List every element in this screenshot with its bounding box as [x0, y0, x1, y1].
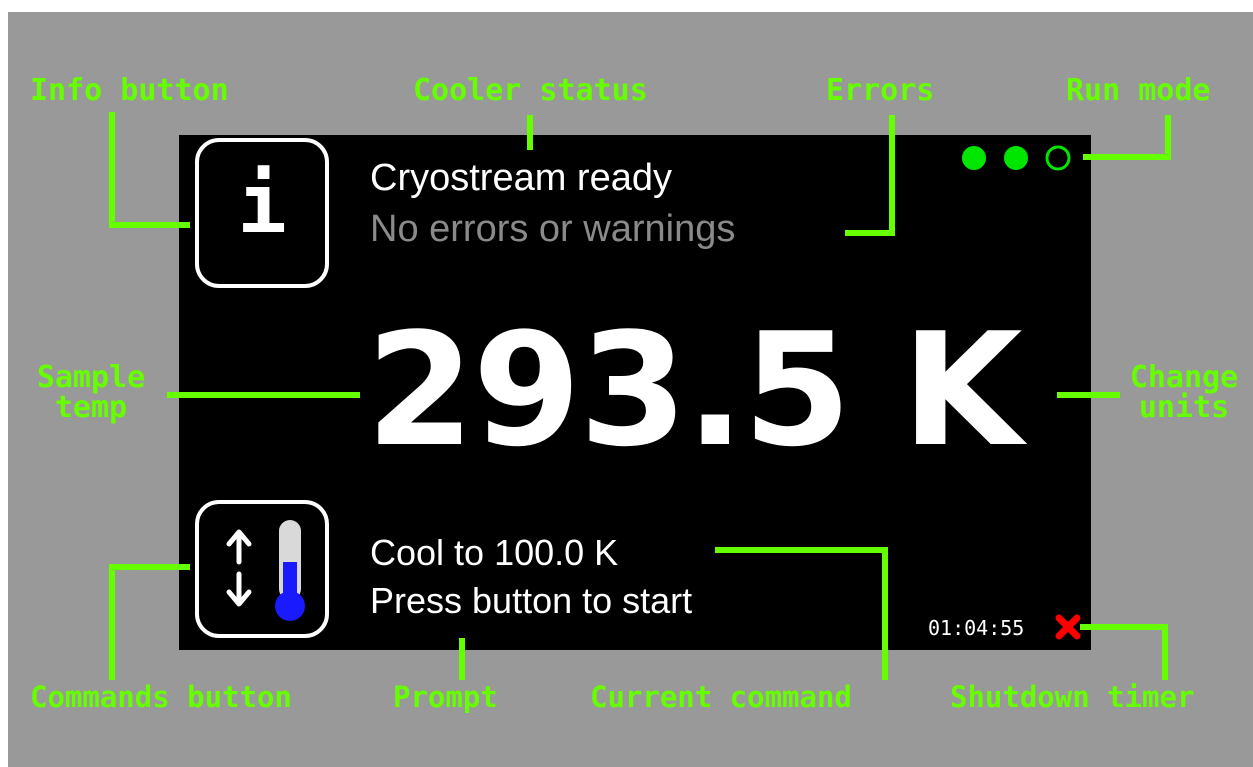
annotation-change-units-line1: Change	[1129, 360, 1239, 395]
annotation-run-mode: Run mode	[1066, 73, 1211, 108]
annotation-change-units: Change units	[1117, 363, 1251, 423]
annotation-info-button: Info button	[30, 73, 229, 108]
annotation-sample-temp-line2: temp	[54, 390, 128, 425]
annotation-change-units-line2: units	[1138, 390, 1230, 425]
callout-lines	[109, 112, 1171, 680]
annotation-prompt: Prompt	[393, 680, 498, 714]
annotation-current-command: Current command	[590, 680, 852, 714]
annotation-sample-temp-line1: Sample	[36, 360, 146, 395]
annotation-cooler-status: Cooler status	[413, 73, 648, 108]
annotation-sample-temp: Sample temp	[24, 363, 158, 423]
annotation-commands-button: Commands button	[30, 680, 292, 714]
annotation-errors: Errors	[826, 73, 935, 108]
annotation-shutdown-timer: Shutdown timer	[950, 680, 1195, 714]
